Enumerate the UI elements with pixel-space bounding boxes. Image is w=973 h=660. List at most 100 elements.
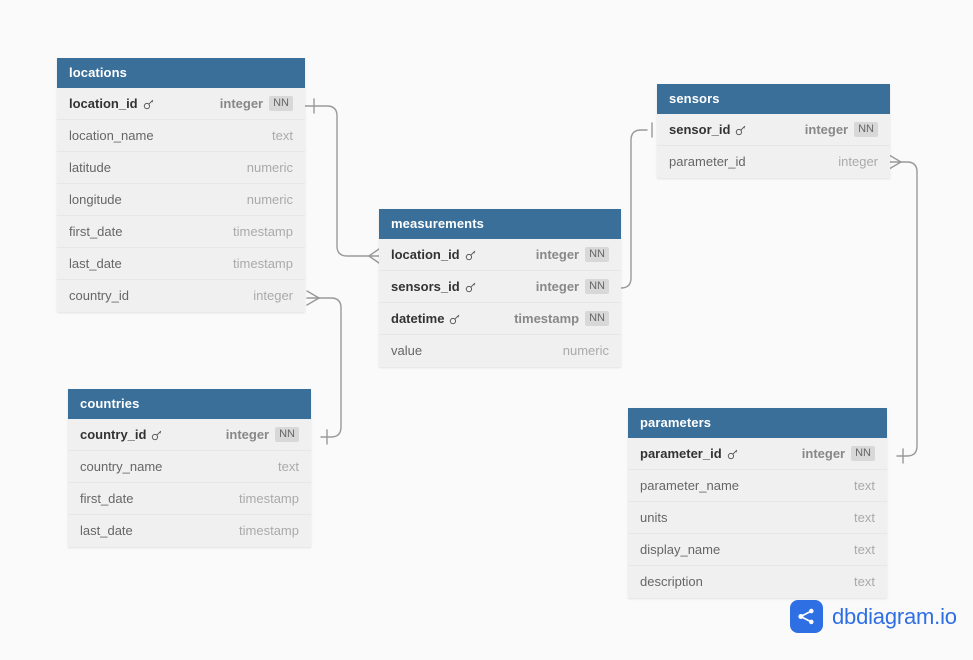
field-name: parameter_id [669, 154, 746, 169]
field-row[interactable]: location_id integer NN [57, 88, 305, 120]
field-row[interactable]: country_name text [68, 451, 311, 483]
field-type: numeric [246, 191, 293, 207]
field-type: integer [838, 154, 878, 169]
field-type: integer [535, 246, 580, 262]
edge-measurements-crowsfoot [368, 248, 380, 264]
field-row[interactable]: parameter_name text [628, 470, 887, 502]
field-name: location_id [69, 95, 138, 111]
field-name: country_name [80, 458, 163, 474]
field-row[interactable]: parameter_id integer [657, 146, 890, 178]
edge-locations-countryid-crowsfoot [306, 290, 320, 306]
field-type: integer [219, 95, 264, 111]
table-title-countries[interactable]: countries [68, 389, 311, 419]
field-name: sensor_id [669, 121, 731, 137]
field-type: numeric [562, 343, 609, 358]
not-null-badge: NN [275, 427, 299, 442]
field-name: parameter_id [640, 445, 722, 461]
field-name: description [640, 574, 703, 589]
not-null-badge: NN [585, 247, 609, 262]
table-locations[interactable]: locations location_id integer NN locatio… [57, 58, 305, 312]
field-type: timestamp [233, 223, 293, 239]
field-name: sensors_id [391, 278, 460, 294]
field-row[interactable]: datetime timestamp NN [379, 303, 621, 335]
field-row[interactable]: latitude numeric [57, 152, 305, 184]
not-null-badge: NN [585, 311, 609, 326]
dbdiagram-watermark[interactable]: dbdiagram.io [790, 600, 957, 633]
primary-key-icon [465, 281, 477, 293]
field-type: numeric [246, 159, 293, 175]
field-row[interactable]: sensors_id integer NN [379, 271, 621, 303]
field-type: text [272, 127, 293, 143]
field-row[interactable]: units text [628, 502, 887, 534]
field-type: timestamp [514, 310, 580, 326]
field-name: units [640, 509, 668, 525]
field-row[interactable]: first_date timestamp [57, 216, 305, 248]
field-type: timestamp [233, 255, 293, 271]
table-title-parameters[interactable]: parameters [628, 408, 887, 438]
not-null-badge: NN [854, 122, 878, 137]
field-name: first_date [80, 490, 134, 506]
not-null-badge: NN [269, 96, 293, 111]
edge-countries-locations [318, 297, 342, 438]
field-name: last_date [80, 523, 133, 538]
field-row[interactable]: country_id integer NN [68, 419, 311, 451]
field-name: value [391, 343, 423, 358]
field-name: country_id [69, 288, 129, 303]
field-name: first_date [69, 223, 123, 239]
table-countries[interactable]: countries country_id integer NN country_… [68, 389, 311, 547]
edge-parameters-sensors [896, 161, 918, 457]
field-row[interactable]: first_date timestamp [68, 483, 311, 515]
edge-locations-measurements [304, 105, 370, 257]
field-row[interactable]: location_name text [57, 120, 305, 152]
field-row[interactable]: description text [628, 566, 887, 598]
table-title-measurements[interactable]: measurements [379, 209, 621, 239]
field-row[interactable]: last_date timestamp [57, 248, 305, 280]
field-type: text [854, 574, 875, 589]
field-row[interactable]: country_id integer [57, 280, 305, 312]
field-type: integer [804, 121, 849, 137]
field-row[interactable]: sensor_id integer NN [657, 114, 890, 146]
field-name: country_id [80, 426, 147, 442]
field-name: parameter_name [640, 477, 739, 493]
field-name: display_name [640, 541, 721, 557]
field-type: integer [801, 445, 846, 461]
field-row[interactable]: value numeric [379, 335, 621, 367]
field-row[interactable]: longitude numeric [57, 184, 305, 216]
not-null-badge: NN [851, 446, 875, 461]
field-name: location_id [391, 246, 460, 262]
field-type: text [854, 541, 875, 557]
field-name: datetime [391, 310, 445, 326]
table-title-sensors[interactable]: sensors [657, 84, 890, 114]
field-type: text [278, 458, 299, 474]
field-type: integer [535, 278, 580, 294]
field-name: location_name [69, 127, 154, 143]
table-measurements[interactable]: measurements location_id integer NN sens… [379, 209, 621, 367]
field-row[interactable]: location_id integer NN [379, 239, 621, 271]
field-type: text [854, 477, 875, 493]
primary-key-icon [465, 249, 477, 261]
field-type: integer [225, 426, 270, 442]
primary-key-icon [735, 124, 747, 136]
table-parameters[interactable]: parameters parameter_id integer NN param… [628, 408, 887, 598]
primary-key-icon [143, 98, 155, 110]
field-type: integer [253, 288, 293, 303]
not-null-badge: NN [585, 279, 609, 294]
primary-key-icon [151, 429, 163, 441]
field-row[interactable]: display_name text [628, 534, 887, 566]
field-row[interactable]: parameter_id integer NN [628, 438, 887, 470]
field-row[interactable]: last_date timestamp [68, 515, 311, 547]
table-title-locations[interactable]: locations [57, 58, 305, 88]
field-name: latitude [69, 159, 111, 175]
primary-key-icon [727, 448, 739, 460]
diagram-canvas[interactable]: locations location_id integer NN locatio… [0, 0, 973, 660]
dbdiagram-wordmark: dbdiagram.io [832, 603, 957, 629]
primary-key-icon [449, 313, 461, 325]
field-name: longitude [69, 191, 122, 207]
table-sensors[interactable]: sensors sensor_id integer NN parameter_i… [657, 84, 890, 178]
field-type: text [854, 509, 875, 525]
edge-sensors-parameterid-crowsfoot [888, 154, 902, 170]
field-name: last_date [69, 255, 122, 271]
share-nodes-icon [790, 600, 823, 633]
field-type: timestamp [239, 490, 299, 506]
field-type: timestamp [239, 523, 299, 538]
